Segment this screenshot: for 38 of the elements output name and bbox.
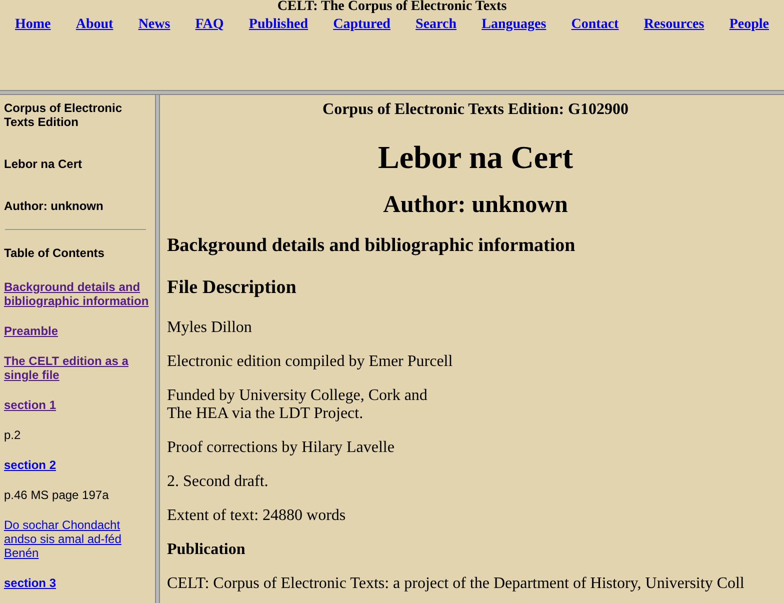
document-title: Lebor na Cert (377, 139, 574, 175)
toc-link[interactable]: Do sochar Chondacht andso sis amal ad-féd Benén (4, 518, 151, 560)
sidebar-heading: Lebor na Cert (4, 157, 84, 171)
toc-link[interactable]: section 1 (4, 398, 151, 412)
subsection-heading: Publication (167, 541, 246, 559)
paragraph: CELT: Corpus of Electronic Texts: a project of the Department of History, University Coll (167, 575, 746, 593)
author-heading: Author: unknown (382, 191, 569, 219)
toc-link[interactable]: section 3 (4, 576, 151, 590)
toc-link[interactable]: The CELT edition as a single file (4, 354, 151, 382)
nav-link[interactable]: Languages (482, 17, 546, 33)
section-heading: File Description (167, 277, 298, 299)
sidebar-heading: Table of Contents (4, 246, 106, 260)
paragraph: Funded by University College, Cork and The HEA via the LDT Project. (167, 387, 428, 423)
nav-link[interactable]: Resources (644, 17, 704, 33)
paragraph: 2. Second draft. (167, 473, 270, 491)
paragraph: Myles Dillon (167, 319, 253, 337)
section-heading: Background details and bibliographic information (167, 235, 576, 257)
nav-link[interactable]: Search (416, 17, 457, 33)
page-reference: p.46 MS page 197a (4, 488, 110, 502)
nav-link[interactable]: Contact (571, 17, 619, 33)
nav-link[interactable]: News (138, 17, 170, 33)
sidebar-heading: Author: unknown (4, 199, 104, 213)
paragraph: Extent of text: 24880 words (167, 507, 347, 525)
nav-link[interactable]: About (76, 17, 114, 33)
toc-link[interactable]: section 2 (4, 458, 151, 472)
edition-heading: Corpus of Electronic Texts Edition: G102900 (322, 101, 630, 119)
site-title: CELT: The Corpus of Electronic Texts (277, 0, 507, 14)
nav-link[interactable]: FAQ (195, 17, 224, 33)
toc-link[interactable]: Background details and bibliographic information (4, 280, 151, 308)
page-reference: p.2 (4, 428, 22, 442)
nav-link[interactable]: People (729, 17, 769, 33)
nav-link[interactable]: Home (15, 17, 51, 33)
nav-link[interactable]: Published (248, 17, 308, 33)
paragraph: Proof corrections by Hilary Lavelle (167, 439, 396, 457)
nav-link[interactable]: Captured (333, 17, 390, 33)
toc-link[interactable]: Preamble (4, 324, 151, 338)
paragraph: Electronic edition compiled by Emer Purcell (167, 353, 454, 371)
sidebar-heading: Corpus of Electronic Texts Edition (4, 101, 124, 129)
